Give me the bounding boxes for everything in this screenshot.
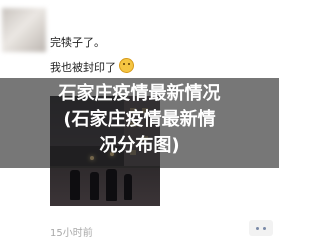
overlay-title-line-3: 况分布图)	[99, 135, 180, 156]
more-dot-icon	[263, 227, 266, 230]
avatar[interactable]	[2, 8, 46, 52]
post-text-line-1: 完犊子了。	[50, 36, 105, 49]
more-dot-icon	[256, 227, 259, 230]
overlay-title-line-1: 石家庄疫情最新情况	[58, 83, 221, 104]
post-timestamp: 15小时前	[50, 228, 93, 239]
post-text-line-2: 我也被封印了	[50, 58, 134, 75]
post-text-line-2-text: 我也被封印了	[50, 61, 116, 74]
overlay-title-line-2: (石家庄疫情最新情	[63, 109, 216, 130]
worried-face-icon	[119, 58, 134, 73]
more-actions-button[interactable]	[249, 220, 273, 236]
photo-street	[50, 166, 160, 206]
